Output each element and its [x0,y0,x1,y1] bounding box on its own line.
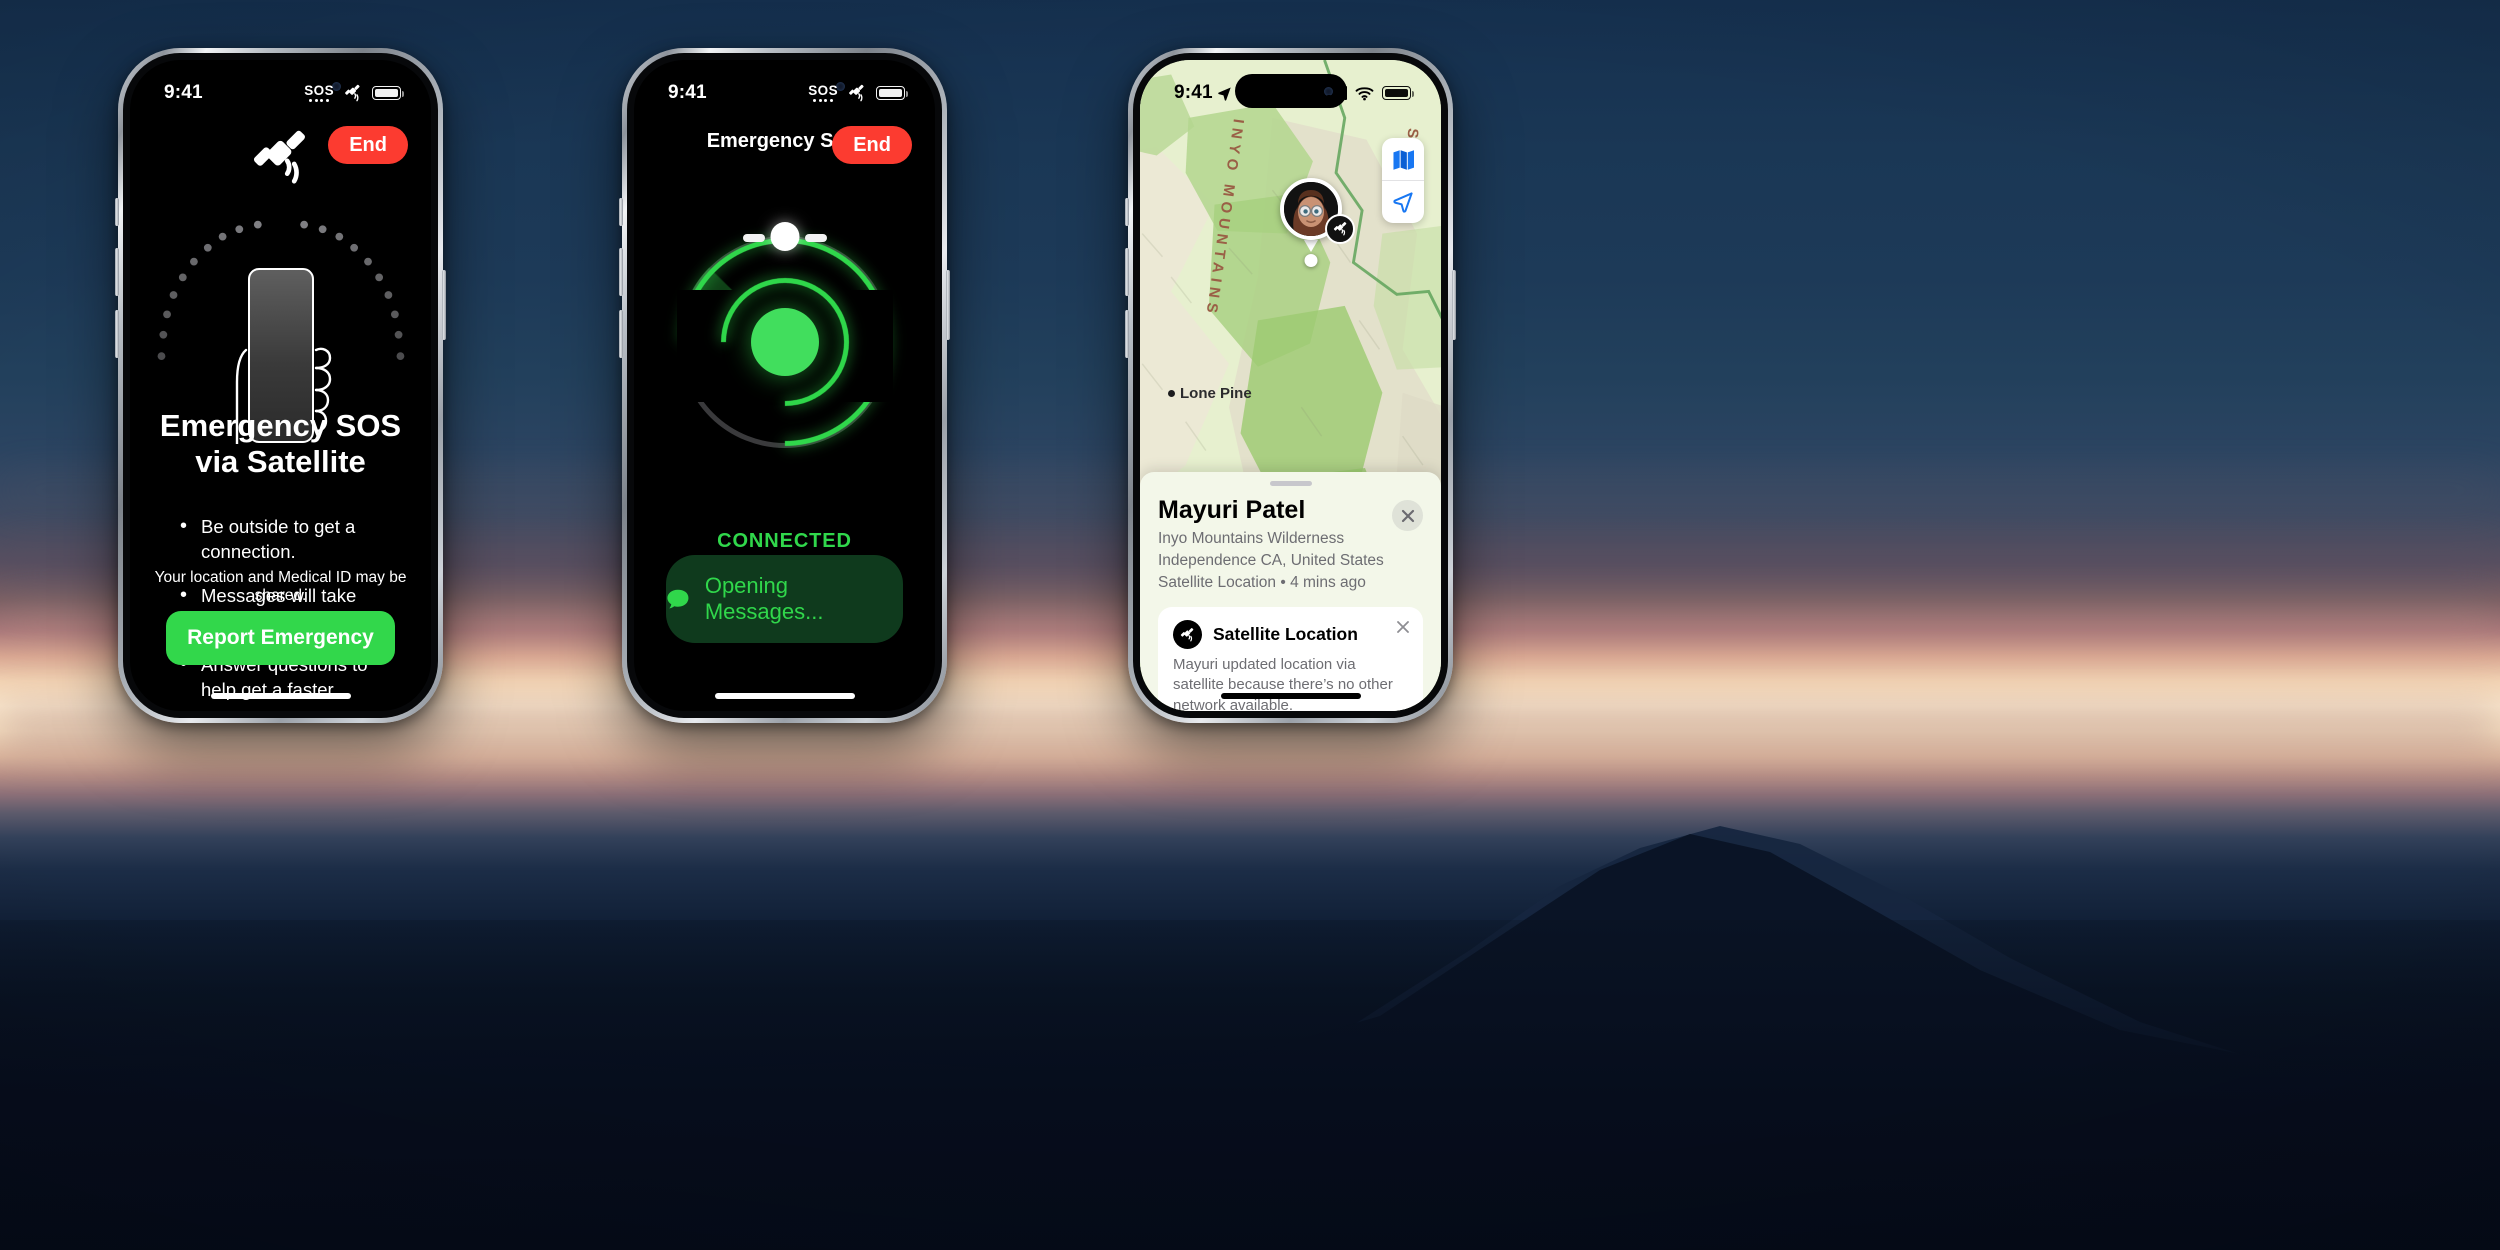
recenter-button[interactable] [1382,181,1424,223]
battery-icon [876,86,908,100]
close-icon [1401,509,1414,522]
pin-tail-icon [1304,240,1318,252]
phone-satellite-pointing: 9:41 SOS Emergency SOS End CONNECTED Ope… [619,48,950,723]
list-item: Be outside to get a connection. [174,513,401,564]
wifi-icon [1355,86,1374,100]
person-location: Inyo Mountains Wilderness Independence C… [1158,528,1423,594]
phone-bezel: 9:41 SOS Emergency SOS End CONNECTED Ope… [627,53,942,718]
legal-disclaimer: Your location and Medical ID may be shar… [154,569,407,604]
phone-bezel: INYO MOUNTAINS SALINE Lone Pine 9:41 [1133,53,1448,718]
satellite-pointer-radar [637,194,932,490]
phone1-illustration [130,130,431,444]
phone3-screen: INYO MOUNTAINS SALINE Lone Pine 9:41 [1140,60,1441,711]
close-icon [1397,621,1409,633]
mute-switch[interactable] [115,198,119,226]
volume-up-button[interactable] [115,248,119,296]
mute-switch[interactable] [619,198,623,226]
person-name: Mayuri Patel [1158,496,1306,524]
report-emergency-button[interactable]: Report Emergency [166,611,395,665]
town-label: Lone Pine [1180,385,1252,402]
satellite-icon [1333,222,1346,236]
sheet-grabber[interactable] [1269,481,1312,486]
card-title: Satellite Location [1213,624,1358,644]
end-button[interactable]: End [832,126,912,164]
end-button[interactable]: End [328,126,408,164]
radar-core-dot [750,308,819,376]
location-arrow-icon [1218,87,1231,101]
pin-dot-icon [1304,254,1318,267]
title-line-1: Emergency SOS [159,408,402,443]
card-body: Mayuri updated location via satellite be… [1173,656,1393,711]
battery-icon [372,86,404,100]
cellular-bars-icon [1327,86,1347,100]
sos-label: SOS [304,82,334,98]
foreground-shadow [0,920,2500,1250]
signal-dots-icon [813,99,833,103]
satellite-badge [1325,214,1355,244]
detail-sheet[interactable]: Mayuri Patel Inyo Mountains Wilderness I… [1140,472,1441,711]
phone-find-my-map: INYO MOUNTAINS SALINE Lone Pine 9:41 [1125,48,1456,723]
phone1-status-bar: 9:41 SOS [130,60,431,114]
map-type-button[interactable] [1382,138,1424,180]
sos-indicator: SOS [304,84,334,103]
satellite-icon [1173,620,1202,649]
dismiss-card-button[interactable] [1396,619,1410,639]
volume-down-button[interactable] [619,310,623,358]
home-indicator[interactable] [714,693,855,699]
status-time: 9:41 [164,82,203,103]
battery-icon [1382,86,1414,100]
message-bubble-icon [667,589,689,608]
volume-down-button[interactable] [1125,310,1129,358]
home-indicator[interactable] [210,693,351,699]
satellite-icon [253,130,305,184]
close-sheet-button[interactable] [1392,500,1423,531]
phone2-screen: 9:41 SOS Emergency SOS End CONNECTED Ope… [634,60,935,711]
status-time: 9:41 [1174,82,1213,103]
friend-location-pin[interactable] [1280,178,1355,267]
pill-label: Opening Messages... [704,573,824,624]
volume-down-button[interactable] [115,310,119,358]
phone1-screen: 9:41 SOS End Emergency SOS via Satellite… [130,60,431,711]
connection-status: CONNECTED [717,530,852,552]
status-time: 9:41 [668,82,707,103]
satellite-icon [345,84,360,102]
side-button[interactable] [1452,270,1456,340]
page-title: Emergency SOS via Satellite [130,408,431,480]
satellite-icon [849,84,864,102]
home-indicator[interactable] [1220,693,1361,699]
volume-up-button[interactable] [1125,248,1129,296]
radar-tick-right [804,234,827,242]
town-dot-icon [1168,390,1175,397]
phone-emergency-sos-intro: 9:41 SOS End Emergency SOS via Satellite… [115,48,446,723]
title-line-2: via Satellite [195,443,366,479]
signal-dots-icon [309,99,329,103]
volume-up-button[interactable] [619,248,623,296]
location-line-3: Satellite Location • 4 mins ago [1158,574,1366,591]
sos-indicator: SOS [808,84,838,103]
map-town-lone-pine[interactable]: Lone Pine [1168,385,1252,402]
mute-switch[interactable] [1125,198,1129,226]
sos-label: SOS [808,82,838,98]
map-controls [1382,138,1424,223]
location-line-1: Inyo Mountains Wilderness [1158,530,1345,547]
side-button[interactable] [946,270,950,340]
satellite-dot [770,222,799,251]
location-line-2: Independence CA, United States [1158,552,1384,569]
phone2-status-bar: 9:41 SOS [634,60,935,114]
card-header: Satellite Location [1173,620,1408,649]
radar-tick-left [742,234,765,242]
opening-messages-pill[interactable]: Opening Messages... [666,555,903,643]
phone-bezel: 9:41 SOS End Emergency SOS via Satellite… [123,53,438,718]
map-layers-icon [1392,149,1414,170]
location-arrow-icon [1393,192,1413,213]
phone3-status-bar: 9:41 [1140,60,1441,114]
side-button[interactable] [442,270,446,340]
